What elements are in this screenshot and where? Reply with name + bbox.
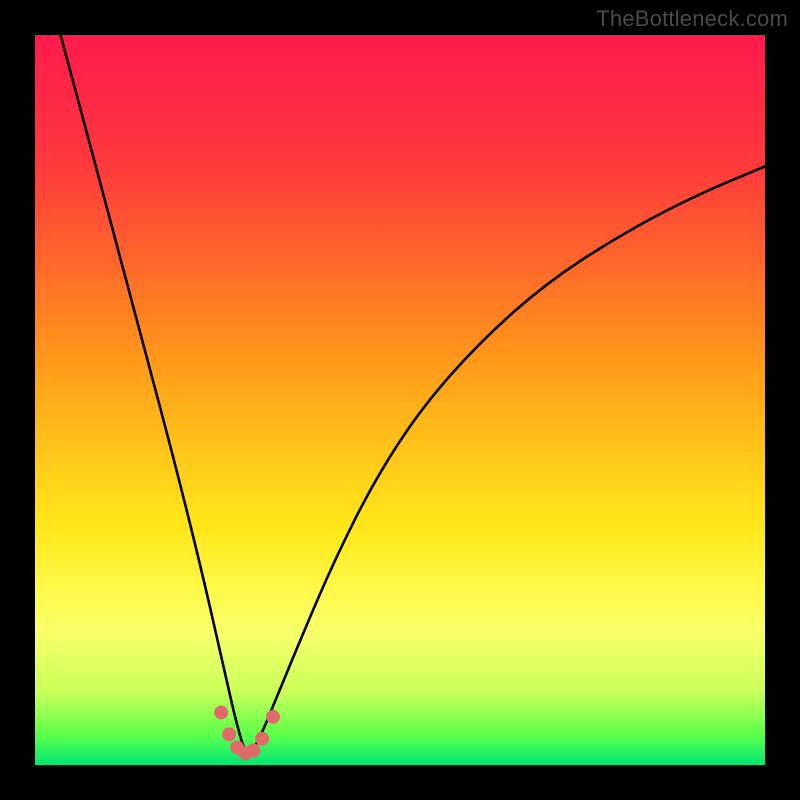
bottleneck-curve bbox=[61, 35, 765, 752]
curve-svg bbox=[35, 35, 765, 765]
watermark-text: TheBottleneck.com bbox=[596, 6, 788, 32]
outer-frame: TheBottleneck.com bbox=[0, 0, 800, 800]
cusp-marker bbox=[222, 727, 236, 741]
cusp-marker bbox=[246, 743, 260, 757]
cusp-markers-group bbox=[214, 705, 280, 760]
plot-area bbox=[35, 35, 765, 765]
cusp-marker bbox=[214, 705, 228, 719]
cusp-marker bbox=[255, 732, 269, 746]
cusp-marker bbox=[266, 710, 280, 724]
